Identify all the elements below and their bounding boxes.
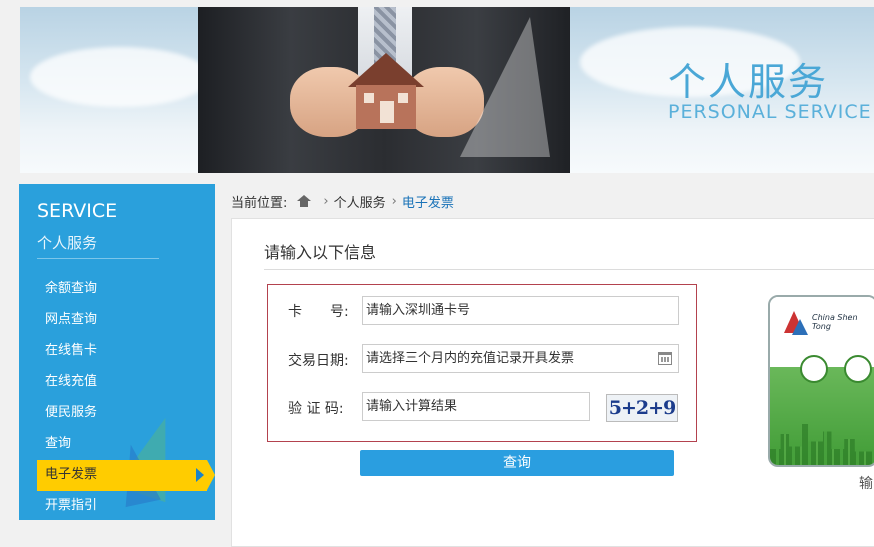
active-indicator [207, 460, 215, 490]
banner-subtitle: PERSONAL SERVICE [668, 101, 872, 123]
banner-decoration [460, 17, 550, 157]
card-note: 输 [859, 476, 873, 492]
sidebar-divider [37, 258, 159, 259]
home-icon[interactable] [297, 195, 312, 207]
query-button[interactable]: 查询 [360, 450, 674, 476]
bicycle-icon [844, 355, 872, 383]
sidebar: SERVICE 个人服务 余额查询 网点查询 在线售卡 在线充值 便民服务 查询… [19, 184, 215, 520]
chevron-right-icon: › [391, 193, 397, 209]
pedestrian-icon [800, 355, 828, 383]
banner-cloud [30, 47, 210, 107]
sidebar-item-invoice-guide[interactable]: 开票指引 [37, 491, 215, 520]
main-panel: 请输入以下信息 卡 号: 请输入深圳通卡号 交易日期: 请选择三个月内的充值记录… [231, 218, 874, 547]
sidebar-item-label: 电子发票 [45, 467, 98, 482]
house-icon [348, 53, 424, 129]
card-brand-text: China Shen Tong [812, 313, 858, 331]
breadcrumb: 当前位置: › 个人服务 › 电子发票 [231, 191, 454, 211]
sidebar-item-online-card-sale[interactable]: 在线售卡 [37, 336, 215, 367]
sidebar-subheading: 个人服务 [37, 234, 98, 252]
sidebar-heading: SERVICE [37, 200, 118, 222]
captcha-input[interactable]: 请输入计算结果 [362, 392, 590, 421]
transaction-date-label: 交易日期: [288, 353, 349, 369]
calendar-icon[interactable] [658, 352, 672, 365]
sidebar-item-online-recharge[interactable]: 在线充值 [37, 367, 215, 398]
chevron-right-icon: › [323, 193, 329, 209]
card-logo-icon [792, 319, 808, 335]
breadcrumb-item-personal-service[interactable]: 个人服务 [334, 192, 386, 211]
transaction-date-input[interactable]: 请选择三个月内的充值记录开具发票 [362, 344, 679, 373]
card-number-label: 卡 号: [288, 304, 349, 320]
title-divider [264, 269, 874, 270]
card-number-input[interactable]: 请输入深圳通卡号 [362, 296, 679, 325]
skyline-graphic [770, 424, 874, 465]
captcha-image[interactable]: 5+2+9 [606, 394, 678, 422]
breadcrumb-item-e-invoice[interactable]: 电子发票 [402, 192, 454, 211]
form-title: 请输入以下信息 [264, 243, 377, 262]
banner: 个人服务 PERSONAL SERVICE [20, 7, 874, 173]
sidebar-menu: 余额查询 网点查询 在线售卡 在线充值 便民服务 查询 电子发票 开票指引 [37, 274, 215, 520]
sidebar-item-outlet-query[interactable]: 网点查询 [37, 305, 215, 336]
invoice-form: 卡 号: 请输入深圳通卡号 交易日期: 请选择三个月内的充值记录开具发票 验 证… [267, 284, 697, 442]
sidebar-item-query[interactable]: 查询 [37, 429, 215, 460]
sidebar-item-e-invoice[interactable]: 电子发票 [37, 460, 215, 491]
transaction-date-placeholder: 请选择三个月内的充值记录开具发票 [366, 351, 575, 366]
breadcrumb-prefix: 当前位置: [231, 195, 288, 211]
sidebar-item-balance-query[interactable]: 余额查询 [37, 274, 215, 305]
sidebar-item-convenience-service[interactable]: 便民服务 [37, 398, 215, 429]
banner-title: 个人服务 [668, 60, 829, 104]
captcha-label: 验 证 码: [288, 401, 344, 417]
shenzhen-tong-card-image: China Shen Tong [768, 295, 874, 467]
chevron-right-icon [196, 468, 204, 482]
